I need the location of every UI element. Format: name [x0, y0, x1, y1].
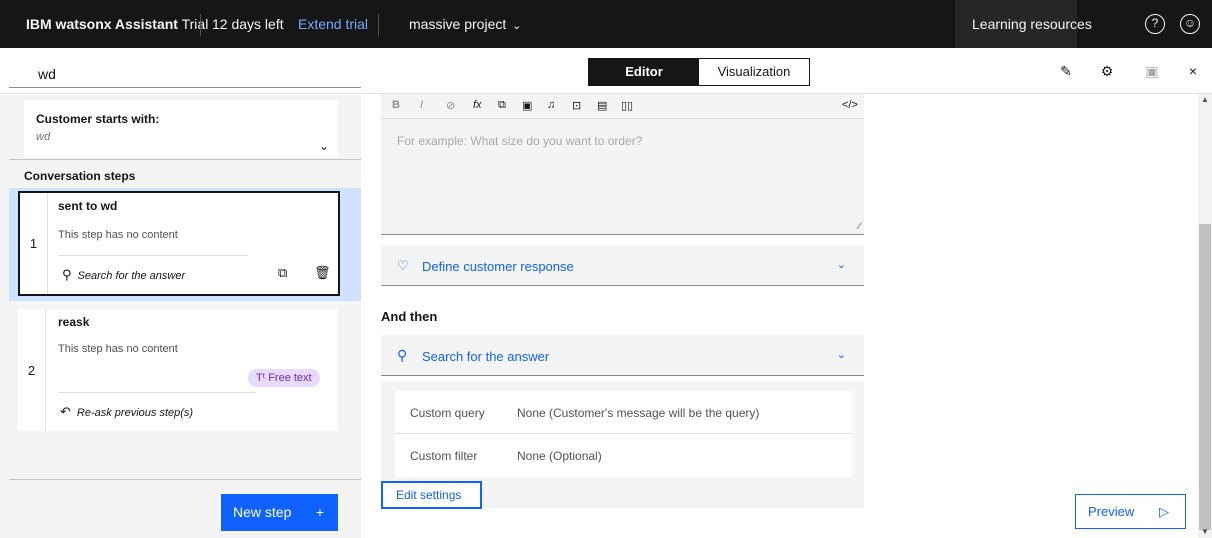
new-step-button[interactable]: New step +: [221, 494, 338, 531]
close-icon[interactable]: ×: [1184, 62, 1202, 80]
product-name: IBM watsonx Assistant Trial: [26, 0, 208, 48]
edit-settings-button[interactable]: Edit settings: [381, 481, 482, 509]
top-navigation-bar: IBM watsonx Assistant Trial 12 days left…: [0, 0, 1212, 48]
rich-text-editor[interactable]: B I ⊘ fx ⧉ ▣ ♫ ⊡ ▤ ▯▯ </> For example: W…: [381, 94, 864, 235]
variable-icon[interactable]: ⧉: [498, 99, 506, 112]
project-switcher[interactable]: massive project ⌄: [409, 0, 521, 50]
setting-key: Custom filter: [410, 449, 478, 463]
video-icon[interactable]: ⊡: [572, 99, 581, 112]
editor-placeholder: For example: What size do you want to or…: [397, 134, 643, 148]
starts-with-heading: Customer starts with:: [36, 112, 160, 126]
define-customer-response-dropdown[interactable]: ♡ Define customer response ⌄: [381, 245, 864, 286]
code-icon[interactable]: </>: [842, 99, 858, 111]
custom-query-row: Custom query None (Customer's message wi…: [395, 391, 852, 434]
user-avatar-icon[interactable]: ☺: [1180, 14, 1200, 34]
scroll-down-arrow-icon[interactable]: ▼: [1199, 526, 1211, 538]
step-empty-text: This step has no content: [58, 229, 178, 241]
divider: [58, 392, 256, 393]
iframe-icon[interactable]: ▤: [597, 99, 607, 112]
settings-icon[interactable]: ⚙: [1098, 62, 1116, 80]
scrollbar-thumb[interactable]: [1199, 224, 1211, 530]
step-number: 2: [18, 309, 46, 431]
new-step-label: New step: [233, 504, 292, 520]
resize-handle-icon[interactable]: ∕∕: [858, 221, 861, 231]
delete-icon[interactable]: 🗑: [314, 265, 331, 281]
search-icon: ⚲: [62, 267, 72, 282]
step-action: ⚲ Search for the answer: [62, 267, 185, 283]
view-switcher: Editor Visualization: [588, 58, 810, 86]
user-icon: ♡: [397, 258, 409, 273]
add-icon: +: [315, 504, 324, 520]
copy-icon[interactable]: ⧉: [278, 265, 287, 281]
link-icon[interactable]: ⊘: [446, 99, 455, 112]
define-response-label: Define customer response: [422, 259, 574, 274]
starts-with-value: wd: [36, 131, 51, 143]
chevron-down-icon[interactable]: ⌄: [319, 139, 329, 153]
setting-value: None (Customer's message will be the que…: [517, 406, 760, 420]
text-type-icon: Tᵗ: [256, 372, 269, 384]
chevron-down-icon: ⌄: [836, 259, 846, 271]
conversation-steps-heading: Conversation steps: [24, 169, 136, 183]
image-icon[interactable]: ▣: [522, 99, 532, 112]
function-icon[interactable]: fx: [473, 99, 482, 111]
scroll-up-arrow-icon[interactable]: ▲: [1199, 94, 1211, 106]
and-then-action-dropdown[interactable]: ⚲ Search for the answer ⌄: [381, 335, 864, 376]
step-card-1[interactable]: 1 sent to wd This step has no content ⚲ S…: [18, 191, 340, 296]
brand-tier: Trial: [181, 16, 209, 32]
bold-icon[interactable]: B: [392, 99, 400, 111]
tab-visualization[interactable]: Visualization: [699, 59, 809, 85]
customer-starts-with-card[interactable]: Customer starts with: wd ⌄: [24, 100, 338, 157]
custom-filter-row: Custom filter None (Optional): [395, 434, 852, 477]
brand-name: IBM watsonx Assistant: [26, 16, 178, 32]
step-card-2[interactable]: 2 reask This step has no content Tᵗ Free…: [18, 309, 338, 431]
learning-resources-link[interactable]: Learning resources: [972, 0, 1092, 48]
divider: [378, 14, 379, 36]
editor-toolbar: B I ⊘ fx ⧉ ▣ ♫ ⊡ ▤ ▯▯ </>: [381, 94, 864, 119]
search-settings-card: Custom query None (Customer's message wi…: [395, 391, 852, 477]
step-name: reask: [58, 315, 90, 329]
extend-trial-link[interactable]: Extend trial: [298, 0, 368, 48]
audio-icon[interactable]: ♫: [547, 99, 555, 111]
free-text-badge: Tᵗ Free text: [248, 369, 320, 387]
chevron-down-icon: ⌄: [512, 20, 522, 32]
setting-key: Custom query: [410, 406, 485, 420]
tab-editor[interactable]: Editor: [589, 59, 699, 85]
badge-label: Free text: [268, 372, 312, 384]
divider: [9, 479, 361, 480]
divider: [200, 14, 201, 36]
step-title-input[interactable]: wd: [9, 56, 361, 88]
search-icon: ⚲: [397, 347, 408, 363]
play-icon: ▷: [1159, 504, 1169, 519]
steps-panel: Customer starts with: wd ⌄ Conversation …: [0, 95, 361, 538]
step-header: wd Editor Visualization ✎ ⚙ ▣ ×: [0, 48, 1212, 94]
project-name: massive project: [409, 16, 507, 32]
help-icon[interactable]: ?: [1145, 14, 1165, 34]
step-number: 1: [20, 193, 48, 294]
setting-value: None (Optional): [517, 449, 602, 463]
columns-icon[interactable]: ▯▯: [621, 99, 633, 112]
and-then-heading: And then: [381, 309, 438, 324]
step-action-label: Re-ask previous step(s): [76, 407, 194, 419]
divider: [9, 159, 361, 160]
save-icon[interactable]: ▣: [1143, 62, 1161, 80]
return-icon: ↶: [60, 404, 71, 419]
italic-icon[interactable]: I: [420, 99, 423, 111]
step-empty-text: This step has no content: [58, 343, 178, 355]
trial-days-left: 12 days left: [212, 16, 284, 32]
preview-label: Preview: [1088, 504, 1135, 519]
edit-icon[interactable]: ✎: [1057, 62, 1075, 80]
step-action-label: Search for the answer: [77, 270, 186, 282]
chevron-down-icon: ⌄: [836, 349, 846, 361]
step-name: sent to wd: [58, 199, 118, 213]
divider: [58, 255, 248, 256]
action-label: Search for the answer: [422, 349, 550, 364]
step-action: ↶ Re-ask previous step(s): [60, 404, 193, 420]
preview-button[interactable]: Preview ▷: [1075, 494, 1186, 529]
